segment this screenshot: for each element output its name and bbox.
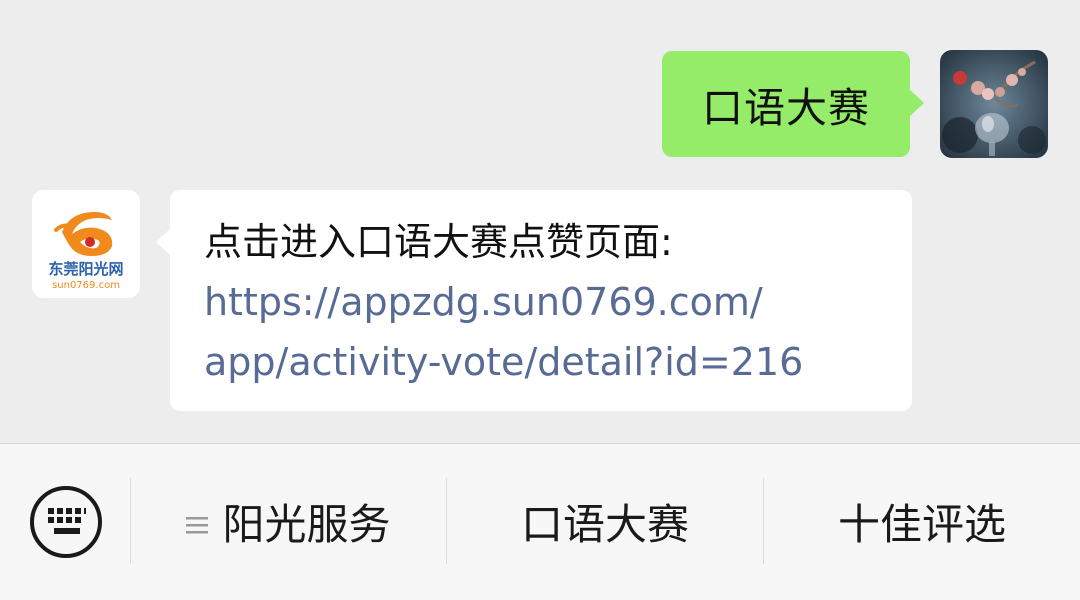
hamburger-icon xyxy=(186,497,209,546)
menu-item-speaking-contest[interactable]: 口语大赛 xyxy=(447,444,763,599)
menu-item-top-ten-selection[interactable]: 十佳评选 xyxy=(764,444,1080,599)
menu-item-label: 阳光服务 xyxy=(222,500,391,549)
incoming-message-title: 点击进入口语大赛点赞页面: xyxy=(204,220,673,264)
vote-link-line2[interactable]: app/activity-vote/detail?id=216 xyxy=(204,332,912,392)
user-avatar[interactable] xyxy=(940,50,1048,158)
logo-domain-text: sun0769.com xyxy=(52,280,120,291)
keyboard-icon xyxy=(30,486,102,558)
menu-item-label: 十佳评选 xyxy=(837,500,1006,549)
menu-item-sunshine-service[interactable]: 阳光服务 xyxy=(131,444,446,599)
logo-name-text: 东莞阳光网 xyxy=(48,260,123,278)
vote-link-line1[interactable]: https://appzdg.sun0769.com/ xyxy=(204,272,912,332)
chat-area: 口语大赛 东莞阳光网 sun0769.com 点击进入口语大赛点赞页面: htt… xyxy=(0,0,1080,443)
outgoing-message-bubble[interactable]: 口语大赛 xyxy=(662,51,924,157)
sun0769-logo-icon: 东莞阳光网 sun0769.com xyxy=(32,190,140,298)
user-avatar-image xyxy=(940,50,1048,158)
official-account-avatar[interactable]: 东莞阳光网 sun0769.com xyxy=(32,190,140,298)
official-account-menu-bar: 阳光服务 口语大赛 十佳评选 xyxy=(0,443,1080,600)
menu-item-label: 口语大赛 xyxy=(520,500,689,549)
outgoing-message-text: 口语大赛 xyxy=(702,84,870,132)
incoming-message-bubble: 点击进入口语大赛点赞页面: https://appzdg.sun0769.com… xyxy=(156,190,912,411)
keyboard-toggle-button[interactable] xyxy=(28,484,104,560)
